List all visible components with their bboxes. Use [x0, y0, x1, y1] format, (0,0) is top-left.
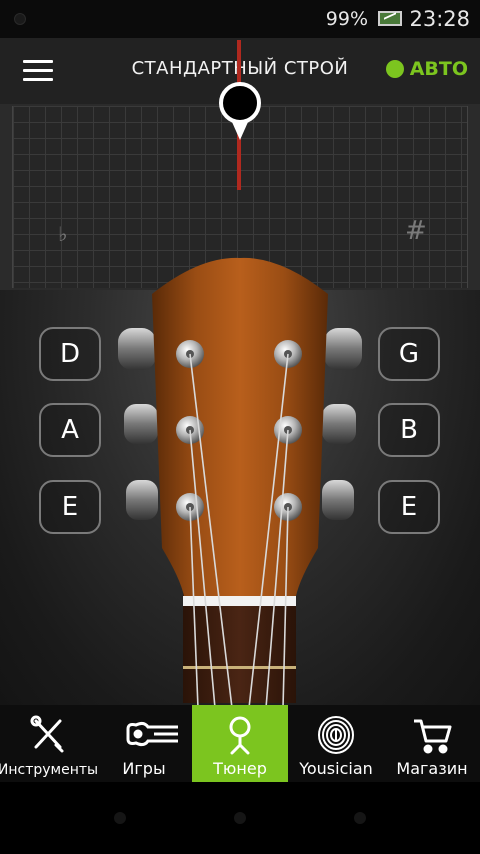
string-button-g[interactable]: G [378, 327, 440, 381]
nav-yousician[interactable]: Yousician [288, 705, 384, 782]
string-button-d[interactable]: D [39, 327, 101, 381]
fret [183, 666, 296, 669]
nav-tuner[interactable]: Тюнер [192, 705, 288, 782]
battery-percentage: 99% [325, 8, 368, 30]
nav-instruments[interactable]: Инструменты [0, 705, 99, 782]
bezel-sensor [234, 812, 246, 824]
tools-icon [30, 715, 64, 753]
sharp-symbol: # [405, 216, 427, 246]
bottom-navigation: Инструменты Игры Тюнер Yousician Магазин [0, 705, 480, 782]
tuner-key-right-1 [324, 328, 362, 370]
tuner-icon [229, 716, 251, 755]
ukulele-icon [126, 721, 178, 747]
tuner-key-left-1 [118, 328, 156, 370]
nav-label: Тюнер [213, 759, 267, 778]
nav-label: Инструменты [0, 762, 99, 778]
string-button-b[interactable]: B [378, 403, 440, 457]
nav-label: Игры [122, 759, 166, 778]
bezel-sensor [114, 812, 126, 824]
bezel-sensor [354, 812, 366, 824]
string-button-a[interactable]: A [39, 403, 101, 457]
nav-games[interactable]: Игры [96, 705, 192, 782]
cart-icon [414, 719, 452, 754]
battery-icon [378, 11, 402, 26]
tuner-key-left-3 [126, 480, 158, 520]
flat-symbol: ♭ [58, 222, 68, 246]
string-button-high-e[interactable]: E [378, 480, 440, 534]
nav-store[interactable]: Магазин [384, 705, 480, 782]
nav-label: Yousician [299, 759, 373, 778]
nav-label: Магазин [396, 759, 468, 778]
needle-pointer [232, 122, 248, 140]
tuner-key-right-2 [322, 404, 356, 444]
status-bar: 99% 23:28 [0, 0, 480, 38]
auto-indicator-dot [385, 60, 404, 78]
tuner-key-left-2 [124, 404, 158, 444]
fretboard [183, 593, 296, 703]
string-button-low-e[interactable]: E [39, 480, 101, 534]
guitar-headstock [118, 257, 362, 708]
device-bezel [0, 782, 480, 854]
nut [183, 596, 296, 606]
fingerprint-icon [318, 716, 354, 754]
auto-mode-toggle[interactable]: АВТО [385, 58, 468, 80]
needle-head [219, 82, 261, 124]
clock: 23:28 [409, 7, 470, 31]
auto-label: АВТО [409, 58, 468, 80]
front-camera [14, 13, 26, 25]
menu-icon[interactable] [18, 56, 58, 86]
tuner-key-right-3 [322, 480, 354, 520]
